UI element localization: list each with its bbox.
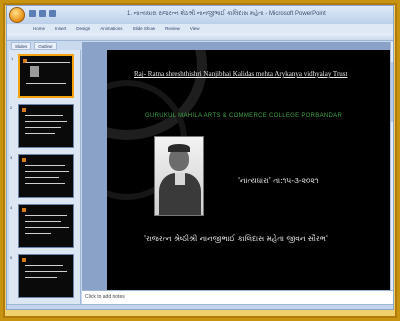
slide-thumbnails-pane: 1 2 3 4 5 — [9, 50, 81, 304]
tab-view[interactable]: View — [190, 24, 200, 33]
vertical-scrollbar[interactable] — [390, 42, 393, 290]
portrait-photo[interactable] — [154, 136, 204, 216]
tab-outline[interactable]: Outline — [34, 42, 57, 50]
slide-pane-tabs: Slides Outline — [9, 42, 81, 50]
title-bar: 1. નાત્યધારા રાજરત્ન શેઠશ્રી નાનજીભાઈ કા… — [7, 6, 393, 24]
portrait-mini-icon — [30, 66, 39, 77]
undo-icon[interactable] — [39, 10, 46, 17]
quick-access-toolbar — [29, 10, 56, 17]
tab-home[interactable]: Home — [33, 24, 45, 33]
tab-slide-show[interactable]: Slide Show — [133, 24, 156, 33]
college-name[interactable]: GURUKUL MAHILA ARTS & COMMERCE COLLEGE P… — [145, 113, 342, 119]
slide-editor: Raj- Ratna shreshthishri Nanjibhai Kalid… — [82, 42, 393, 290]
tab-design[interactable]: Design — [76, 24, 90, 33]
slide-canvas[interactable]: Raj- Ratna shreshthishri Nanjibhai Kalid… — [107, 50, 393, 290]
ribbon-collapsed — [7, 33, 393, 41]
slide-icon — [22, 108, 26, 112]
window-title: 1. નાત્યધારા રાજરત્ન શેઠશ્રી નાનજીભાઈ કા… — [127, 11, 326, 17]
slide-icon — [22, 208, 26, 212]
notes-placeholder: Click to add notes — [85, 294, 125, 300]
scrollbar-thumb[interactable] — [391, 62, 393, 122]
slide-number: 3 — [10, 155, 13, 160]
slide-thumbnail[interactable]: 1 — [11, 54, 74, 98]
slide-number: 1 — [11, 56, 14, 61]
slide-icon — [22, 158, 26, 162]
slide-number: 5 — [10, 255, 13, 260]
redo-icon[interactable] — [49, 10, 56, 17]
slide-thumbnail[interactable]: 5 — [10, 254, 74, 298]
notes-pane[interactable]: Click to add notes — [82, 290, 393, 304]
slide-title-text[interactable]: 'રાજરત્ન શ્રેષ્ઠીશ્રી નાનજીભાઈ કાલિદાસ મ… — [144, 234, 328, 244]
tab-insert[interactable]: Insert — [55, 24, 66, 33]
slide-thumbnail[interactable]: 4 — [10, 204, 74, 248]
slide-heading[interactable]: Raj- Ratna shreshthishri Nanjibhai Kalid… — [134, 70, 347, 78]
tab-slides[interactable]: Slides — [11, 42, 32, 50]
slide-number: 2 — [10, 105, 13, 110]
slide-thumbnail[interactable]: 3 — [10, 154, 74, 198]
slide-thumbnail[interactable]: 2 — [10, 104, 74, 148]
slide-number: 4 — [10, 205, 13, 210]
tab-review[interactable]: Review — [165, 24, 180, 33]
slide-icon — [22, 258, 26, 262]
event-date-text[interactable]: 'નાત્યધારા' તા:૧૫-૩-૨૦૨૧ — [238, 176, 319, 186]
ribbon-tabs: Home Insert Design Animations Slide Show… — [7, 24, 393, 33]
office-button[interactable] — [9, 7, 25, 23]
status-bar — [7, 304, 393, 309]
tab-animations[interactable]: Animations — [100, 24, 122, 33]
powerpoint-window: 1. નાત્યધારા રાજરત્ન શેઠશ્રી નાનજીભાઈ કા… — [6, 5, 394, 310]
save-icon[interactable] — [29, 10, 36, 17]
